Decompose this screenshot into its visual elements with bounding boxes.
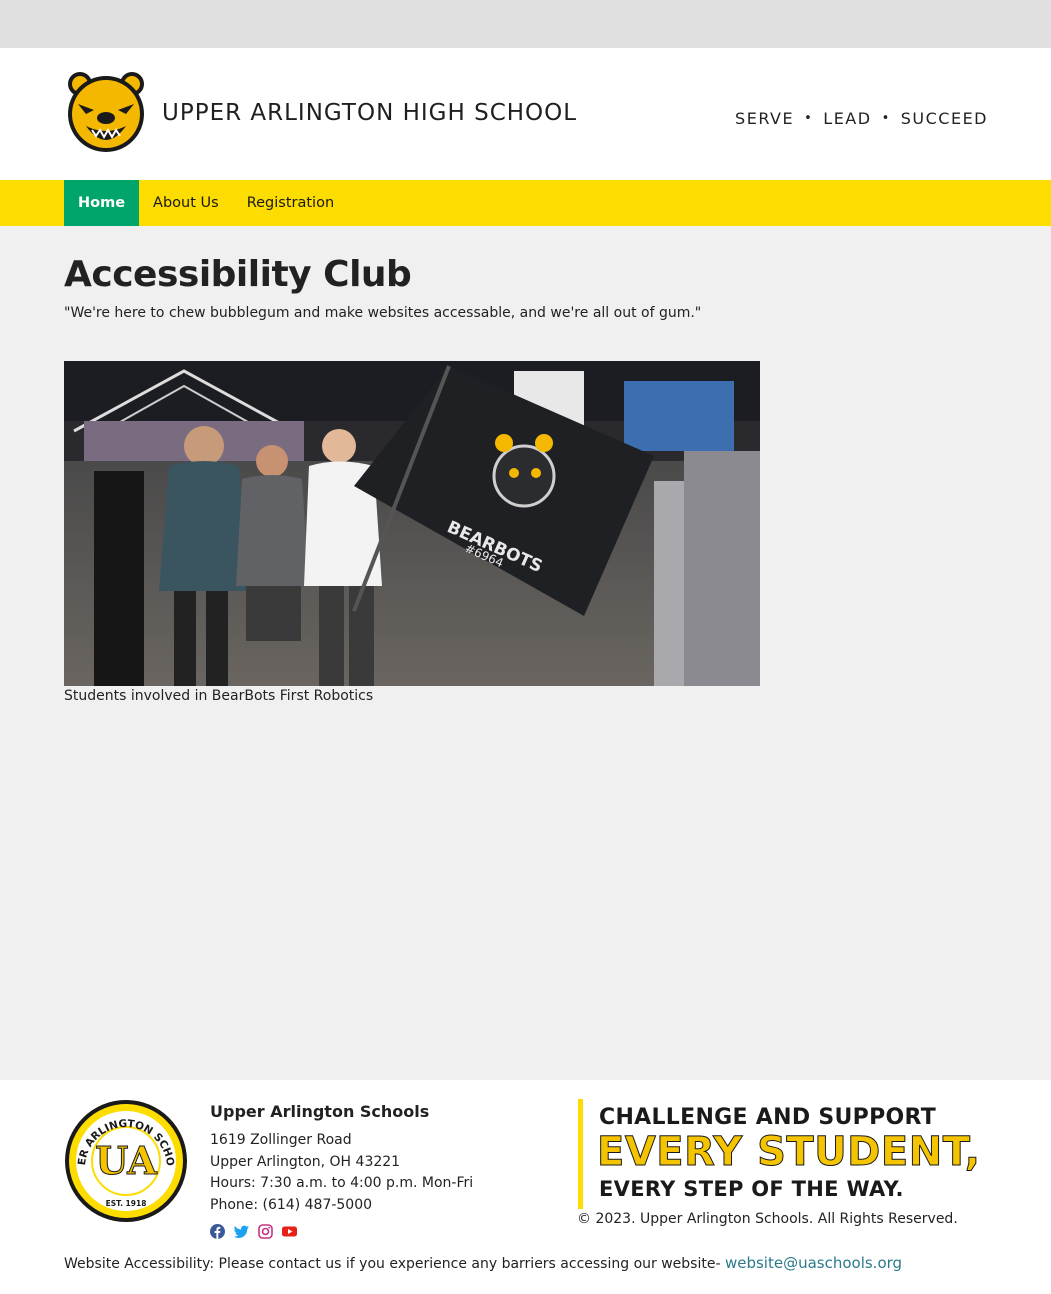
copyright-text: © 2023. Upper Arlington Schools. All Rig… bbox=[577, 1211, 958, 1227]
challenge-banner: CHALLENGE AND SUPPORT EVERY STUDENT, EVE… bbox=[578, 1099, 998, 1209]
club-photo: BEARBOTS #6964 bbox=[64, 361, 760, 686]
nav-item-about-us[interactable]: About Us bbox=[139, 180, 233, 226]
footer-phone: Phone: (614) 487-5000 bbox=[210, 1197, 373, 1213]
school-motto: SERVE • LEAD • SUCCEED bbox=[735, 109, 988, 128]
nav-item-home[interactable]: Home bbox=[64, 180, 140, 226]
accessibility-text: Website Accessibility: Please contact us… bbox=[64, 1256, 725, 1272]
footer-org-name: Upper Arlington Schools bbox=[210, 1102, 430, 1121]
motto-serve: SERVE bbox=[735, 109, 795, 128]
main-nav: Home About Us Registration bbox=[0, 180, 1051, 226]
seal-initials: UA bbox=[95, 1138, 157, 1183]
page-title: Accessibility Club bbox=[64, 254, 412, 295]
motto-separator: • bbox=[804, 111, 814, 126]
twitter-icon[interactable] bbox=[233, 1224, 249, 1239]
nav-item-registration[interactable]: Registration bbox=[233, 180, 348, 226]
bear-logo-icon[interactable] bbox=[64, 70, 148, 154]
site-footer: UA UPPER ARLINGTON SCHOOLS EST. 1918 Upp… bbox=[0, 1080, 1051, 1294]
accessibility-email-link[interactable]: website@uaschools.org bbox=[725, 1254, 902, 1272]
main-content: Accessibility Club "We're here to chew b… bbox=[0, 226, 1051, 1080]
social-links bbox=[210, 1224, 297, 1239]
district-seal-icon[interactable]: UA UPPER ARLINGTON SCHOOLS EST. 1918 bbox=[59, 1089, 189, 1224]
accessibility-notice: Website Accessibility: Please contact us… bbox=[64, 1254, 902, 1272]
motto-separator: • bbox=[881, 111, 891, 126]
youtube-icon[interactable] bbox=[282, 1224, 297, 1239]
banner-line-1: CHALLENGE AND SUPPORT bbox=[599, 1105, 937, 1130]
motto-lead: LEAD bbox=[823, 109, 872, 128]
footer-address-line-1: 1619 Zollinger Road bbox=[210, 1132, 352, 1148]
site-header: UPPER ARLINGTON HIGH SCHOOL SERVE • LEAD… bbox=[0, 48, 1051, 180]
facebook-icon[interactable] bbox=[210, 1224, 225, 1239]
top-gray-bar bbox=[0, 0, 1051, 48]
footer-hours: Hours: 7:30 a.m. to 4:00 p.m. Mon-Fri bbox=[210, 1175, 474, 1191]
instagram-icon[interactable] bbox=[258, 1224, 273, 1239]
school-name[interactable]: UPPER ARLINGTON HIGH SCHOOL bbox=[162, 100, 577, 126]
banner-line-3: EVERY STEP OF THE WAY. bbox=[599, 1177, 904, 1201]
photo-caption: Students involved in BearBots First Robo… bbox=[64, 688, 374, 704]
seal-est: EST. 1918 bbox=[106, 1199, 147, 1208]
footer-address-line-2: Upper Arlington, OH 43221 bbox=[210, 1154, 401, 1170]
club-quote: "We're here to chew bubblegum and make w… bbox=[64, 305, 702, 321]
banner-line-2: EVERY STUDENT, bbox=[596, 1129, 981, 1176]
motto-succeed: SUCCEED bbox=[900, 109, 988, 128]
